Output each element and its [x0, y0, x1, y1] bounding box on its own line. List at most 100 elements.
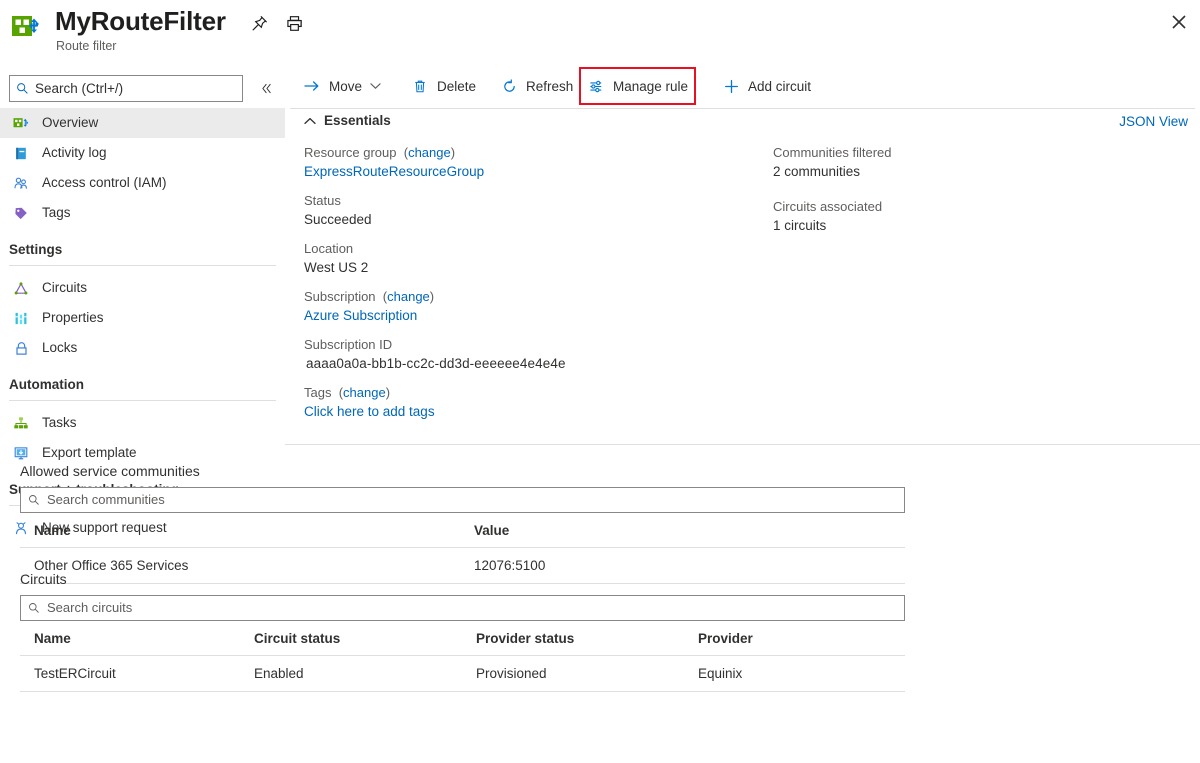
sidebar-item-label: Overview: [42, 114, 98, 132]
chevron-double-left-icon: [260, 82, 273, 95]
section-title: Circuits: [20, 569, 905, 589]
circuits-search-input[interactable]: Search circuits: [20, 595, 905, 621]
change-link[interactable]: change: [387, 289, 430, 304]
page-subtitle: Route filter: [56, 38, 116, 54]
field-label-text: Subscription: [304, 289, 376, 304]
search-icon: [28, 494, 40, 506]
search-icon: [16, 82, 29, 95]
cell-provider: Equinix: [684, 656, 905, 692]
chevron-down-icon: [370, 82, 381, 90]
sidebar-item-locks[interactable]: Locks: [0, 333, 285, 363]
field-label: Resource group (change): [304, 144, 734, 162]
essentials-field-resource-group: Resource group (change) ExpressRouteReso…: [304, 144, 734, 181]
field-label: Tags (change): [304, 384, 734, 402]
sidebar-item-tasks[interactable]: Tasks: [0, 408, 285, 438]
column-header-name[interactable]: Name: [20, 621, 240, 656]
add-circuit-button[interactable]: Add circuit: [716, 70, 817, 102]
change-link[interactable]: change: [408, 145, 451, 160]
search-input-placeholder: Search (Ctrl+/): [35, 81, 123, 97]
essentials-toggle[interactable]: Essentials: [304, 113, 391, 128]
field-value: West US 2: [304, 258, 734, 277]
tasks-icon: [12, 414, 30, 432]
search-icon: [28, 602, 40, 614]
field-label: Location: [304, 240, 734, 258]
essentials-field-circuits-associated: Circuits associated 1 circuits: [773, 198, 1173, 235]
sidebar-item-overview[interactable]: Overview: [0, 108, 285, 138]
essentials-field-status: Status Succeeded: [304, 192, 734, 229]
circuits-section: Circuits Search circuits Name Circuit st…: [20, 569, 905, 692]
refresh-button-label: Refresh: [526, 79, 573, 94]
divider: [9, 265, 276, 266]
azure-portal-blade: MyRouteFilter Route filter: [0, 0, 1200, 763]
spacer: [0, 363, 285, 374]
sidebar-item-access-control[interactable]: Access control (IAM): [0, 168, 285, 198]
field-label: Circuits associated: [773, 198, 1173, 216]
essentials-field-communities-filtered: Communities filtered 2 communities: [773, 144, 1173, 181]
search-input[interactable]: Search (Ctrl+/): [9, 75, 243, 102]
pin-button[interactable]: [245, 10, 273, 36]
cell-circuit-status: Enabled: [240, 656, 462, 692]
sidebar-item-properties[interactable]: Properties: [0, 303, 285, 333]
move-button-label: Move: [329, 79, 362, 94]
communities-search-input[interactable]: Search communities: [20, 487, 905, 513]
sidebar-group-settings-title: Settings: [0, 239, 285, 261]
command-bar: Move: [285, 64, 1200, 108]
communities-search-placeholder: Search communities: [47, 492, 165, 508]
field-label-text: Tags: [304, 385, 331, 400]
essentials-left-column: Resource group (change) ExpressRouteReso…: [304, 144, 734, 432]
field-label: Communities filtered: [773, 144, 1173, 162]
manage-rule-button[interactable]: Manage rule: [581, 69, 694, 103]
essentials-divider: [285, 444, 1200, 445]
sidebar-item-activity-log[interactable]: Activity log: [0, 138, 285, 168]
column-header-circuit-status[interactable]: Circuit status: [240, 621, 462, 656]
delete-button[interactable]: Delete: [405, 70, 482, 102]
field-label-text: Resource group: [304, 145, 397, 160]
divider: [9, 400, 276, 401]
field-value: 2 communities: [773, 162, 1173, 181]
communities-table-header: Name Value: [20, 513, 905, 548]
field-value[interactable]: Azure Subscription: [304, 306, 734, 325]
field-value[interactable]: Click here to add tags: [304, 402, 734, 421]
access-control-icon: [12, 174, 30, 192]
circuits-icon: [12, 279, 30, 297]
move-button[interactable]: Move: [297, 70, 387, 102]
refresh-button[interactable]: Refresh: [494, 70, 579, 102]
column-header-provider[interactable]: Provider: [684, 621, 905, 656]
circuits-table: Name Circuit status Provider status Prov…: [20, 621, 905, 692]
change-link[interactable]: change: [343, 385, 386, 400]
add-circuit-button-label: Add circuit: [748, 79, 811, 94]
field-value[interactable]: ExpressRouteResourceGroup: [304, 162, 734, 181]
sidebar-item-tags[interactable]: Tags: [0, 198, 285, 228]
essentials-field-tags: Tags (change) Click here to add tags: [304, 384, 734, 421]
collapse-sidebar-button[interactable]: [255, 76, 277, 100]
field-label: Subscription (change): [304, 288, 734, 306]
circuits-search-placeholder: Search circuits: [47, 600, 132, 616]
essentials-field-subscription: Subscription (change) Azure Subscription: [304, 288, 734, 325]
sidebar-item-label: Activity log: [42, 144, 107, 162]
sidebar-item-circuits[interactable]: Circuits: [0, 273, 285, 303]
column-header-name[interactable]: Name: [20, 513, 460, 548]
field-label: Subscription ID: [304, 336, 734, 354]
sidebar-item-label: Locks: [42, 339, 77, 357]
plus-icon: [722, 77, 740, 95]
column-header-provider-status[interactable]: Provider status: [462, 621, 684, 656]
chevron-up-icon: [304, 117, 316, 125]
route-filter-icon: [11, 13, 41, 41]
sidebar-item-label: Circuits: [42, 279, 87, 297]
field-value: Succeeded: [304, 210, 734, 229]
arrow-right-icon: [303, 77, 321, 95]
page-title: MyRouteFilter: [55, 4, 226, 38]
column-header-value[interactable]: Value: [460, 513, 905, 548]
table-row[interactable]: TestERCircuit Enabled Provisioned Equini…: [20, 656, 905, 692]
sidebar-item-label: Tags: [42, 204, 71, 222]
sidebar-item-label: Export template: [42, 444, 137, 462]
essentials-field-location: Location West US 2: [304, 240, 734, 277]
print-icon: [286, 15, 303, 32]
delete-button-label: Delete: [437, 79, 476, 94]
table-header-row: Name Circuit status Provider status Prov…: [20, 621, 905, 656]
print-button[interactable]: [280, 10, 308, 36]
close-button[interactable]: [1165, 8, 1193, 36]
tag-icon: [12, 204, 30, 222]
json-view-link[interactable]: JSON View: [1119, 114, 1188, 129]
field-value: aaaa0a0a-bb1b-cc2c-dd3d-eeeeee4e4e4e: [304, 354, 734, 373]
